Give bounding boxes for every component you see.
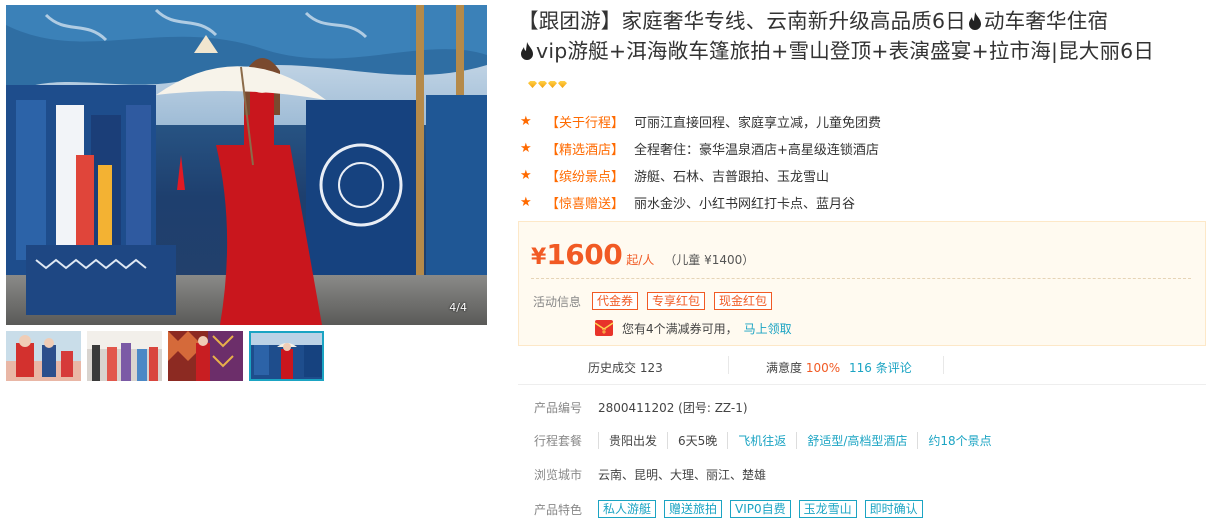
diamond-icon	[528, 81, 537, 88]
photo-counter: 4/4	[449, 301, 467, 314]
feature-chip-snow-mountain[interactable]: 玉龙雪山	[798, 500, 857, 518]
diamond-icon	[558, 81, 567, 88]
plan-flight-link[interactable]: 飞机往返	[727, 432, 796, 449]
feature-item: ★ 【精选酒店】 全程奢住：豪华温泉酒店+高星级连锁酒店	[518, 135, 1198, 162]
red-envelope-icon: ¥	[594, 320, 614, 336]
coupon-list: 代金券 专享红包 现金红包	[592, 292, 773, 310]
feature-item: ★ 【惊喜赠送】 丽水金沙、小红书网红打卡点、蓝月谷	[518, 189, 1198, 216]
stats-divider	[728, 356, 729, 374]
stats-bar: 历史成交 123 满意度 100% 116 条评论	[518, 346, 1206, 385]
price-unit: 起/人	[626, 253, 655, 267]
thumbnail-4-image	[249, 331, 324, 381]
title-part-2: 动车奢华住宿	[983, 9, 1109, 33]
reviews-link[interactable]: 116 条评论	[849, 359, 912, 376]
feature-text: 游艇、石林、吉普跟拍、玉龙雪山	[634, 170, 830, 185]
feature-tag: 【关于行程】	[546, 116, 625, 131]
feature-chip-instant-confirm[interactable]: 即时确认	[864, 500, 923, 518]
price-box: ¥ 1600 起/人 （儿童 ¥1400） 活动信息 代金券 专享红包 现金红包…	[518, 221, 1206, 346]
product-number-value: 2800411202 (团号: ZZ-1)	[598, 401, 748, 415]
feature-tag: 【缤纷景点】	[546, 170, 625, 185]
thumbnail-4[interactable]	[249, 331, 324, 381]
star-icon: ★	[520, 195, 532, 210]
thumbnail-strip	[6, 331, 326, 381]
title-part-1: 【跟团游】家庭奢华专线、云南新升级高品质6日	[518, 9, 966, 33]
price-currency: ¥	[531, 245, 547, 270]
price-row: ¥ 1600 起/人 （儿童 ¥1400）	[531, 238, 754, 271]
feature-chip-private-yacht[interactable]: 私人游艇	[598, 500, 657, 518]
claim-voucher-link[interactable]: 马上领取	[744, 320, 792, 337]
itinerary-plan-label: 行程套餐	[534, 434, 583, 448]
feature-chip-vip0[interactable]: VIP0自费	[730, 500, 791, 518]
feature-item: ★ 【关于行程】 可丽江直接回程、家庭享立减，儿童免团费	[518, 108, 1198, 135]
diamond-icon	[548, 81, 557, 88]
thumbnail-1[interactable]	[6, 331, 81, 381]
price-divider	[531, 278, 1191, 279]
coupon-cash-redpacket[interactable]: 现金红包	[714, 292, 773, 310]
flame-icon	[968, 12, 981, 30]
product-title: 【跟团游】家庭奢华专线、云南新升级高品质6日 动车奢华住宿 vip游艇+洱海敞车篷…	[518, 6, 1203, 98]
main-photo-scene	[6, 5, 487, 325]
satisfaction: 满意度 100%	[766, 359, 840, 376]
itinerary-plan-row: 行程套餐 贵阳出发 6天5晚 飞机往返 舒适型/高档型酒店 约18个景点	[534, 432, 1204, 449]
flame-icon	[521, 42, 533, 60]
cities-label: 浏览城市	[534, 468, 583, 482]
thumbnail-3-image	[168, 331, 243, 381]
feature-tag: 【精选酒店】	[546, 143, 625, 158]
thumbnail-3[interactable]	[168, 331, 243, 381]
star-icon: ★	[520, 141, 532, 156]
coupon-cash-voucher[interactable]: 代金券	[592, 292, 639, 310]
svg-text:¥: ¥	[602, 328, 607, 336]
voucher-text: 您有4个满减券可用，	[622, 321, 738, 336]
plan-hotel-link[interactable]: 舒适型/高档型酒店	[796, 432, 917, 449]
product-features-row: 产品特色 私人游艇 赠送旅拍 VIP0自费 玉龙雪山 即时确认	[534, 500, 1204, 518]
satisfaction-value: 100%	[805, 361, 841, 375]
plan-departure: 贵阳出发	[598, 432, 667, 449]
product-features-label: 产品特色	[534, 502, 583, 517]
thumbnail-1-image	[6, 331, 81, 381]
cities-value: 云南、昆明、大理、丽江、楚雄	[598, 468, 767, 482]
diamond-icon	[538, 81, 547, 88]
child-price: （儿童 ¥1400）	[664, 253, 755, 267]
feature-chip-free-photo[interactable]: 赠送旅拍	[664, 500, 723, 518]
thumbnail-2-image	[87, 331, 162, 381]
stats-divider	[943, 356, 944, 374]
feature-tag: 【惊喜赠送】	[546, 197, 625, 212]
feature-text: 可丽江直接回程、家庭享立减，儿童免团费	[634, 116, 882, 131]
product-number-label: 产品编号	[534, 401, 583, 415]
title-part-3: vip游艇+洱海敞车篷旅拍+雪山登顶+表演盛宴+拉市海|昆大丽6日	[536, 39, 1155, 63]
feature-item: ★ 【缤纷景点】 游艇、石林、吉普跟拍、玉龙雪山	[518, 162, 1198, 189]
star-icon: ★	[520, 168, 532, 183]
promo-label: 活动信息	[533, 295, 582, 309]
product-number-row: 产品编号 2800411202 (团号: ZZ-1)	[534, 399, 1204, 416]
feature-text: 全程奢住：豪华温泉酒店+高星级连锁酒店	[634, 143, 879, 158]
plan-duration: 6天5晚	[667, 432, 727, 449]
main-photo[interactable]: 4/4	[6, 5, 487, 325]
voucher-row: ¥ 您有4个满减券可用， 马上领取	[594, 318, 792, 338]
sales-count: 历史成交 123	[588, 361, 663, 375]
cities-row: 浏览城市 云南、昆明、大理、丽江、楚雄	[534, 466, 1204, 483]
thumbnail-2[interactable]	[87, 331, 162, 381]
star-icon: ★	[520, 114, 532, 129]
price-value: 1600	[546, 238, 623, 271]
feature-list: ★ 【关于行程】 可丽江直接回程、家庭享立减，儿童免团费 ★ 【精选酒店】 全程…	[518, 108, 1198, 216]
satisfaction-label: 满意度	[766, 361, 803, 375]
plan-attractions-link[interactable]: 约18个景点	[917, 432, 1001, 449]
coupon-exclusive-redpacket[interactable]: 专享红包	[647, 292, 706, 310]
feature-text: 丽水金沙、小红书网红打卡点、蓝月谷	[634, 197, 856, 212]
diamond-rating	[528, 66, 568, 96]
